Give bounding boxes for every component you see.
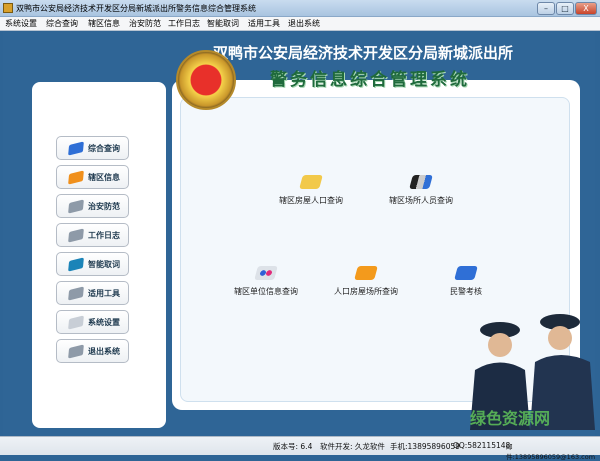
func-venue-personnel-query[interactable]: 辖区场所人员查询 (366, 175, 476, 206)
menu-query[interactable]: 综合查询 (46, 18, 78, 29)
police-emblem (176, 50, 236, 110)
nav-button-smart-word[interactable]: 智能取词 (56, 252, 129, 276)
window-title: 双鸭市公安局经济技术开发区分局新城派出所警务信息综合管理系统 (16, 4, 256, 13)
nav-button-label: 系统设置 (88, 318, 120, 327)
nav-button-area-info[interactable]: 辖区信息 (56, 165, 129, 189)
close-button[interactable]: X (575, 2, 597, 15)
menu-tools[interactable]: 适用工具 (248, 18, 280, 29)
nav-button-label: 综合查询 (88, 144, 120, 153)
maximize-button[interactable]: □ (556, 2, 574, 15)
tools-icon (68, 286, 84, 301)
nav-button-settings[interactable]: 系统设置 (56, 310, 129, 334)
nav-panel: 综合查询辖区信息治安防范工作日志智能取词适用工具系统设置退出系统 (32, 82, 166, 428)
area-info-icon (68, 170, 84, 185)
nav-button-label: 治安防范 (88, 202, 120, 211)
menu-security[interactable]: 治安防范 (129, 18, 161, 29)
security-icon (68, 199, 84, 214)
menu-bar: 系统设置 综合查询 辖区信息 治安防范 工作日志 智能取词 适用工具 退出系统 (0, 17, 600, 31)
nav-button-label: 工作日志 (88, 231, 120, 240)
dots-icon (254, 266, 278, 280)
menu-exit[interactable]: 退出系统 (288, 18, 320, 29)
func-population-house-venue-query[interactable]: 人口房屋场所查询 (311, 266, 421, 297)
rss-icon (354, 266, 378, 280)
menu-smart-word[interactable]: 智能取词 (207, 18, 239, 29)
func-unit-info-query[interactable]: 辖区单位信息查询 (211, 266, 321, 297)
qq: QQ:582115148 (453, 441, 511, 450)
house-icon (299, 175, 323, 189)
exit-icon (68, 344, 84, 359)
nav-button-query[interactable]: 综合查询 (56, 136, 129, 160)
nav-button-work-log[interactable]: 工作日志 (56, 223, 129, 247)
work-log-icon (68, 228, 84, 243)
menu-work-log[interactable]: 工作日志 (168, 18, 200, 29)
developer: 软件开发: 久龙软件 (320, 442, 385, 451)
nav-button-label: 适用工具 (88, 289, 120, 298)
nav-button-tools[interactable]: 适用工具 (56, 281, 129, 305)
nav-button-exit[interactable]: 退出系统 (56, 339, 129, 363)
link-icon (454, 266, 478, 280)
station-header: 双鸭市公安局经济技术开发区分局新城派出所 (213, 44, 514, 62)
nav-button-label: 辖区信息 (88, 173, 120, 182)
watermark: 绿色资源网 (470, 409, 551, 428)
system-name: 警务信息综合管理系统 (270, 70, 470, 90)
status-bar: 版本号: 6.4 软件开发: 久龙软件 手机:13895896059 QQ:58… (0, 436, 600, 461)
nav-button-label: 智能取词 (88, 260, 120, 269)
query-icon (68, 141, 84, 156)
nav-button-label: 退出系统 (88, 347, 120, 356)
menu-area-info[interactable]: 辖区信息 (88, 18, 120, 29)
nav-button-security[interactable]: 治安防范 (56, 194, 129, 218)
version: 版本号: 6.4 (273, 442, 313, 451)
email: 邮件:13895896059@163.com (506, 443, 596, 461)
func-police-assessment[interactable]: 民警考核 (411, 266, 521, 297)
smart-word-icon (68, 257, 84, 272)
grid-icon (409, 175, 433, 189)
func-house-population-query[interactable]: 辖区房屋人口查询 (256, 175, 366, 206)
menu-system-settings[interactable]: 系统设置 (5, 18, 37, 29)
app-icon (3, 3, 13, 13)
settings-icon (68, 315, 84, 330)
phone: 手机:13895896059 (390, 442, 461, 451)
title-bar: 双鸭市公安局经济技术开发区分局新城派出所警务信息综合管理系统 – □ X (0, 0, 600, 17)
minimize-button[interactable]: – (537, 2, 555, 15)
